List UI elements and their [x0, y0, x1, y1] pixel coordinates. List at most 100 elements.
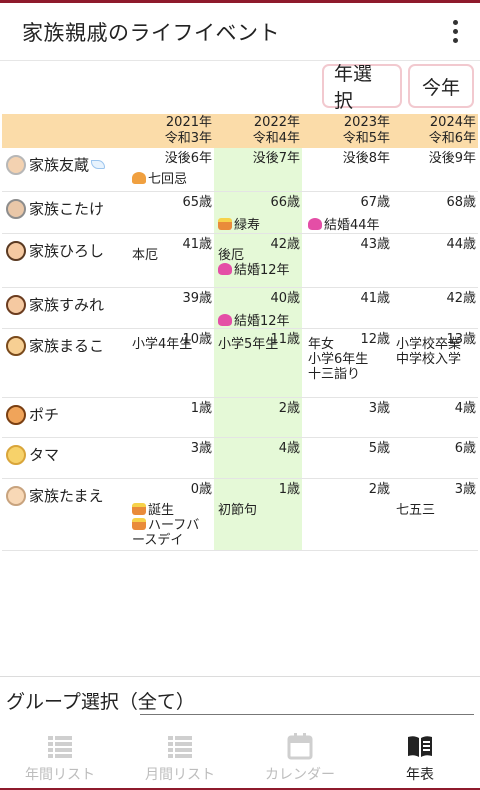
- year-cell[interactable]: 41歳: [304, 288, 392, 328]
- age-label: 12歳: [360, 332, 390, 347]
- year-cell[interactable]: 没後6年 七回忌: [128, 148, 214, 191]
- year-cell[interactable]: 67歳 結婚44年: [304, 192, 392, 233]
- year-cell[interactable]: 2歳: [304, 479, 392, 550]
- girl-icon: [6, 335, 26, 356]
- year-header-0: 2021年 令和3年: [128, 115, 212, 147]
- year-button-row: 年選択 今年: [322, 63, 474, 112]
- year-cell[interactable]: 4歳: [214, 438, 302, 478]
- year-cell[interactable]: 44歳: [392, 234, 478, 287]
- year-cell[interactable]: 没後8年: [304, 148, 392, 191]
- tab-1[interactable]: 月間リスト: [120, 726, 240, 790]
- table-row[interactable]: 0歳 誕生 ハーフバ ースデイ 1歳 初節句 2歳 3歳 七五三 家族たまえ: [2, 479, 478, 551]
- group-select[interactable]: グループ選択（全て）: [0, 676, 480, 726]
- year-cell[interactable]: 12歳 年女 小学6年生 十三詣り: [304, 329, 392, 397]
- member-name[interactable]: タマ: [6, 444, 59, 465]
- elder-woman-icon: [6, 198, 26, 219]
- year-cell[interactable]: 68歳: [392, 192, 478, 233]
- table-row[interactable]: 没後6年 七回忌 没後7年 没後8年 没後9年 家族友蔵: [2, 148, 478, 192]
- member-name-label: タマ: [29, 446, 60, 464]
- year-cell[interactable]: 43歳: [304, 234, 392, 287]
- event-item: 十三詣り: [308, 367, 360, 382]
- year-cell[interactable]: 13歳 小学校卒業 中学校入学: [392, 329, 478, 397]
- table-row[interactable]: 41歳 本厄 42歳 後厄 結婚12年 43歳 44歳 家族ひろし: [2, 234, 478, 288]
- year-cell[interactable]: 3歳: [128, 438, 214, 478]
- member-name[interactable]: 家族たまえ: [6, 485, 104, 506]
- year-cell[interactable]: 1歳: [128, 398, 214, 437]
- this-year-button[interactable]: 今年: [408, 64, 474, 108]
- year-cell[interactable]: 40歳 結婚12年: [214, 288, 302, 329]
- year-cell[interactable]: 0歳 誕生 ハーフバ ースデイ: [128, 479, 214, 550]
- table-row[interactable]: 10歳 小学4年生 11歳 小学5年生 12歳 年女 小学6年生 十三詣り 13歳 小学校卒業 中学…: [2, 329, 478, 398]
- year-cell[interactable]: 39歳: [128, 288, 214, 328]
- age-label: 1歳: [278, 482, 300, 497]
- app-bar: 家族親戚のライフイベント: [0, 3, 480, 61]
- age-label: 40歳: [270, 291, 300, 306]
- year-cell[interactable]: 3歳 七五三: [392, 479, 478, 550]
- timeline-table: 2021年 令和3年 2022年 令和4年 2023年 令和5年 2024年 令和6年 没後6…: [2, 114, 478, 551]
- year-cell[interactable]: 没後7年: [214, 148, 302, 191]
- year-cell[interactable]: 4歳: [392, 398, 478, 437]
- year-cell[interactable]: 1歳初節句: [214, 479, 302, 550]
- year-western: 2022年: [253, 115, 300, 130]
- member-name[interactable]: 家族こたけ: [6, 198, 104, 219]
- event-item: 七回忌: [132, 172, 187, 187]
- event-text: 後厄: [218, 248, 245, 263]
- event-item: 年女: [308, 337, 334, 352]
- event-item: 初節句: [218, 503, 257, 518]
- member-name-label: 家族たまえ: [29, 487, 104, 505]
- year-cell[interactable]: 3歳: [304, 398, 392, 437]
- member-name[interactable]: 家族すみれ: [6, 294, 104, 315]
- event-item: 結婚44年: [308, 218, 380, 233]
- year-header-2: 2023年 令和5年: [304, 115, 390, 147]
- cat-icon: [6, 444, 26, 465]
- table-row[interactable]: 65歳 66歳 緑寿 67歳 結婚44年 68歳 家族こたけ: [2, 192, 478, 234]
- man-icon: [6, 240, 26, 261]
- more-options-icon[interactable]: [444, 17, 466, 47]
- year-select-button[interactable]: 年選択: [322, 63, 402, 112]
- tab-label: 年表: [406, 767, 434, 783]
- table-row[interactable]: 3歳 4歳 5歳 6歳 タマ: [2, 438, 478, 479]
- year-cell[interactable]: 10歳 小学4年生: [128, 329, 214, 397]
- event-item: ースデイ: [132, 533, 183, 548]
- age-label: 0歳: [190, 482, 212, 497]
- member-name-label: 家族まるこ: [29, 337, 105, 355]
- event-text: 七五三: [396, 503, 436, 518]
- tab-label: 月間リスト: [145, 767, 215, 783]
- year-cell[interactable]: 2歳: [214, 398, 302, 437]
- event-item: ハーフバ: [132, 518, 199, 533]
- year-cell[interactable]: 11歳 小学5年生: [214, 329, 302, 397]
- member-name[interactable]: 家族友蔵: [6, 154, 106, 175]
- tab-3[interactable]: 年表: [360, 726, 480, 790]
- event-text: 小学校卒業: [396, 337, 462, 352]
- member-name-label: 家族すみれ: [29, 296, 105, 314]
- year-era: 令和5年: [342, 131, 390, 146]
- tab-0[interactable]: 年間リスト: [0, 726, 120, 790]
- age-label: 65歳: [182, 195, 212, 210]
- event-item: 小学4年生: [132, 337, 192, 352]
- table-row[interactable]: 1歳 2歳 3歳 4歳 ポチ: [2, 398, 478, 438]
- year-cell[interactable]: 65歳: [128, 192, 214, 233]
- calendar-icon: [286, 732, 314, 760]
- member-name[interactable]: ポチ: [6, 404, 59, 425]
- event-text: 十三詣り: [308, 367, 361, 382]
- event-item: 緑寿: [218, 218, 260, 233]
- year-cell[interactable]: 5歳: [304, 438, 392, 478]
- year-cell[interactable]: 42歳: [392, 288, 478, 328]
- year-era: 令和6年: [428, 131, 476, 146]
- year-cell[interactable]: 42歳 後厄 結婚12年: [214, 234, 302, 287]
- tab-2[interactable]: カレンダー: [240, 726, 360, 790]
- year-cell[interactable]: 没後9年: [392, 148, 478, 191]
- year-cell[interactable]: 6歳: [392, 438, 478, 478]
- event-item: 七五三: [396, 503, 435, 518]
- cake-icon: [132, 503, 146, 515]
- year-cell[interactable]: 41歳 本厄: [128, 234, 214, 287]
- list-icon: [166, 732, 194, 760]
- member-name[interactable]: 家族まるこ: [6, 335, 104, 356]
- event-text: 年女: [308, 337, 335, 352]
- age-label: 没後7年: [252, 151, 300, 166]
- year-cell[interactable]: 66歳 緑寿: [214, 192, 302, 233]
- table-row[interactable]: 39歳 40歳 結婚12年 41歳 42歳 家族すみれ: [2, 288, 478, 329]
- event-text: 小学5年生: [218, 337, 279, 352]
- member-name[interactable]: 家族ひろし: [6, 240, 104, 261]
- age-label: 3歳: [190, 441, 212, 456]
